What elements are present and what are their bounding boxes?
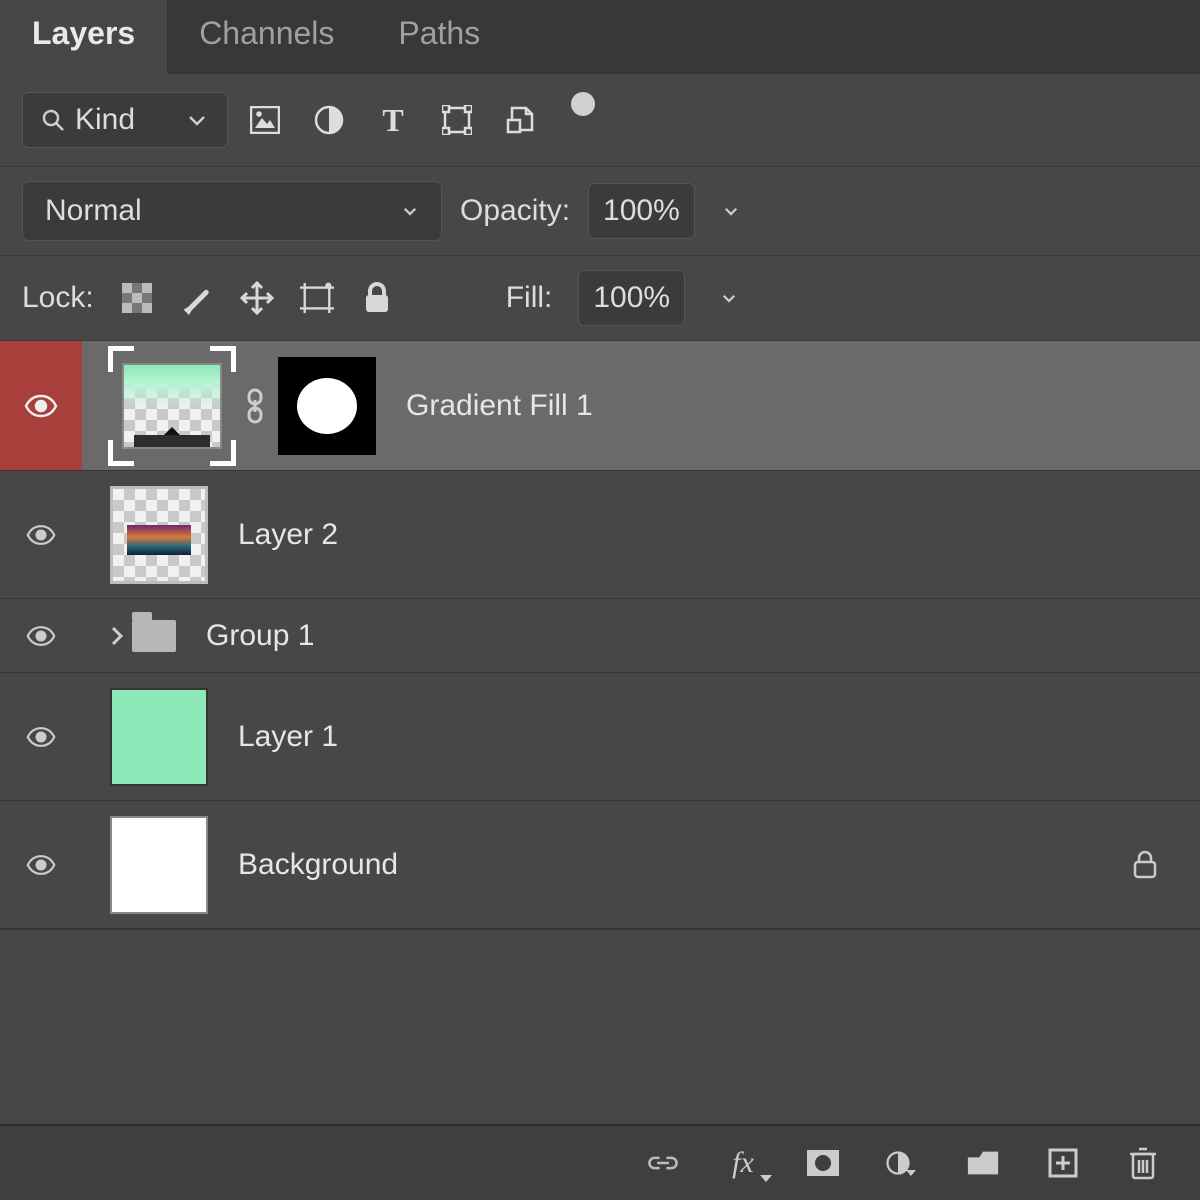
layer-row-gradient-fill-1[interactable]: Gradient Fill 1: [0, 341, 1200, 471]
layer-row-background[interactable]: Background: [0, 801, 1200, 929]
visibility-toggle[interactable]: [0, 471, 82, 598]
layer-thumbnail[interactable]: [110, 816, 208, 914]
blend-mode-dropdown[interactable]: Normal: [22, 181, 442, 241]
opacity-dropdown[interactable]: [713, 202, 749, 220]
toggle-dot-icon: [571, 92, 595, 116]
filter-adjustment-icon[interactable]: [314, 105, 344, 135]
link-layers-icon[interactable]: [646, 1146, 680, 1180]
opacity-label: Opacity:: [460, 194, 570, 228]
lock-transparency-icon[interactable]: [120, 281, 154, 315]
layer-row-layer-1[interactable]: Layer 1: [0, 673, 1200, 801]
empty-area: [0, 929, 1200, 983]
layer-name[interactable]: Group 1: [206, 619, 314, 653]
lock-all-icon[interactable]: [360, 281, 394, 315]
blend-mode-value: Normal: [45, 194, 142, 228]
visibility-toggle[interactable]: [0, 801, 82, 928]
new-group-icon[interactable]: [966, 1146, 1000, 1180]
panel-tabstrip: Layers Channels Paths: [0, 0, 1200, 74]
tab-paths[interactable]: Paths: [366, 0, 512, 74]
search-icon: [41, 108, 65, 132]
chevron-down-icon: [401, 202, 419, 220]
opacity-value[interactable]: 100%: [588, 183, 695, 239]
filter-toggle[interactable]: [570, 98, 596, 142]
layer-mask-thumbnail[interactable]: [278, 357, 376, 455]
layer-row-group-1[interactable]: Group 1: [0, 599, 1200, 673]
layer-name[interactable]: Layer 1: [238, 720, 338, 754]
new-adjustment-icon[interactable]: [886, 1146, 920, 1180]
tab-layers[interactable]: Layers: [0, 0, 167, 74]
lock-fill-row: Lock: Fill: 100%: [0, 256, 1200, 341]
layers-footer: fx: [0, 1124, 1200, 1200]
layer-thumbnail[interactable]: [112, 350, 232, 462]
fill-value[interactable]: 100%: [578, 270, 685, 326]
filter-type-icon[interactable]: T: [378, 105, 408, 135]
layer-row-layer-2[interactable]: Layer 2: [0, 471, 1200, 599]
layer-filter-bar: Kind T: [0, 74, 1200, 167]
layer-locked-icon[interactable]: [1132, 850, 1158, 880]
layers-panel: Layers Channels Paths Kind T: [0, 0, 1200, 1200]
visibility-toggle[interactable]: [0, 341, 82, 470]
layer-thumbnail[interactable]: [110, 486, 208, 584]
layer-fx-icon[interactable]: fx: [726, 1146, 760, 1180]
chevron-down-icon: [185, 108, 209, 132]
layer-list: Gradient Fill 1 Layer 2 Group 1: [0, 341, 1200, 1124]
lock-artboard-icon[interactable]: [300, 281, 334, 315]
lock-pixels-icon[interactable]: [180, 281, 214, 315]
layer-thumbnail[interactable]: [110, 688, 208, 786]
filter-smartobject-icon[interactable]: [506, 105, 536, 135]
folder-icon: [132, 620, 176, 652]
filter-type-icons: T: [250, 98, 596, 142]
layer-name[interactable]: Background: [238, 848, 398, 882]
add-mask-icon[interactable]: [806, 1146, 840, 1180]
blend-opacity-row: Normal Opacity: 100%: [0, 167, 1200, 256]
filter-kind-dropdown[interactable]: Kind: [22, 92, 228, 148]
lock-label: Lock:: [22, 281, 94, 315]
mask-link-icon[interactable]: [244, 388, 266, 424]
new-layer-icon[interactable]: [1046, 1146, 1080, 1180]
layer-name[interactable]: Layer 2: [238, 518, 338, 552]
fill-label: Fill:: [506, 281, 553, 315]
tab-channels[interactable]: Channels: [167, 0, 366, 74]
layer-name[interactable]: Gradient Fill 1: [406, 389, 593, 423]
visibility-toggle[interactable]: [0, 599, 82, 672]
fill-dropdown[interactable]: [711, 289, 747, 307]
lock-position-icon[interactable]: [240, 281, 274, 315]
visibility-toggle[interactable]: [0, 673, 82, 800]
delete-layer-icon[interactable]: [1126, 1146, 1160, 1180]
expand-group-icon[interactable]: [108, 624, 126, 648]
filter-kind-label: Kind: [75, 103, 135, 137]
filter-pixel-icon[interactable]: [250, 105, 280, 135]
filter-shape-icon[interactable]: [442, 105, 472, 135]
